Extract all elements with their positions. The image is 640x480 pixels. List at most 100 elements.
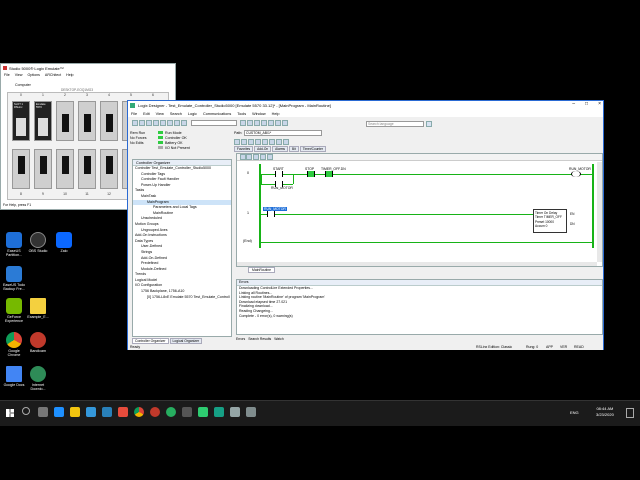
tree-item-emulate-module[interactable]: [0] 1756-L8xE Emulate 5570 Test_Emulate_…: [133, 295, 231, 301]
emulate-menu-view[interactable]: View: [15, 73, 23, 77]
xic-icon[interactable]: [248, 139, 254, 145]
obs-taskbar-icon[interactable]: [182, 407, 192, 417]
desktop-icon-obs[interactable]: OBS Studio: [24, 232, 52, 253]
timer-dn-contact[interactable]: [325, 171, 333, 177]
file-explorer-icon[interactable]: [70, 407, 80, 417]
ladder-horizontal-scrollbar[interactable]: [237, 262, 597, 266]
menu-communications[interactable]: Communications: [203, 112, 231, 116]
xio-icon[interactable]: [255, 139, 261, 145]
mail-icon[interactable]: [102, 407, 112, 417]
ladder-tool-icon[interactable]: [267, 154, 273, 160]
start-icon[interactable]: [6, 409, 14, 417]
tab-add-on[interactable]: Add-On: [254, 146, 272, 152]
maximize-icon[interactable]: □: [585, 101, 588, 107]
empty-slot[interactable]: [100, 149, 118, 189]
tag-combo[interactable]: [191, 120, 238, 126]
tool-taskbar-icon[interactable]: [246, 407, 256, 417]
cut-icon[interactable]: [153, 120, 159, 126]
menu-edit[interactable]: Edit: [143, 112, 150, 116]
ladder-editor[interactable]: 0 START STOP TIMER_OFF.DN RUN_MOTOR RUN_…: [236, 153, 603, 267]
otu-icon[interactable]: [276, 139, 282, 145]
emulate-tab-computer[interactable]: Computer: [15, 83, 31, 87]
redo-icon[interactable]: [181, 120, 187, 126]
ladder-icon[interactable]: [254, 120, 261, 126]
verify-icon[interactable]: [247, 120, 254, 126]
ladder-tool-icon[interactable]: [260, 154, 266, 160]
emulate-menu-help[interactable]: Help: [66, 73, 73, 77]
ladder-tool-icon[interactable]: [246, 154, 252, 160]
edge-icon[interactable]: [54, 407, 64, 417]
tab-alarms[interactable]: Alarms: [272, 146, 289, 152]
empty-slot[interactable]: [56, 101, 74, 141]
run-motor-branch-contact[interactable]: [275, 181, 283, 187]
open-icon[interactable]: [139, 120, 145, 126]
menu-tools[interactable]: Tools: [237, 112, 246, 116]
close-icon[interactable]: ×: [598, 101, 601, 107]
ons-icon[interactable]: [283, 139, 289, 145]
store-icon[interactable]: [86, 407, 96, 417]
branch-icon[interactable]: [241, 139, 247, 145]
rung-icon[interactable]: [234, 139, 240, 145]
empty-slot[interactable]: [34, 149, 52, 189]
menu-file[interactable]: File: [131, 112, 137, 116]
save-icon[interactable]: [146, 120, 152, 126]
menu-search[interactable]: Search: [170, 112, 182, 116]
emulate-titlebar[interactable]: Studio 5000® Logix Emulate™: [1, 64, 175, 72]
desktop-icon-zalo[interactable]: Zalo: [50, 232, 78, 253]
paste-icon[interactable]: [167, 120, 173, 126]
rung1-contact[interactable]: [267, 211, 275, 217]
task-view-icon[interactable]: [38, 407, 48, 417]
properties-icon[interactable]: [275, 120, 282, 126]
emulate-menu-file[interactable]: File: [4, 73, 10, 77]
logix-taskbar-icon[interactable]: [214, 407, 224, 417]
search-icon[interactable]: [22, 407, 30, 415]
empty-slot[interactable]: [78, 149, 96, 189]
desktop-icon-bandicam[interactable]: Bandicam: [24, 332, 52, 353]
path-combo[interactable]: CUSTOM_AB\1*: [244, 130, 322, 136]
run-motor-coil[interactable]: [571, 171, 581, 177]
ton-block[interactable]: Timer On Delay Timer TIMER_OFF Preset 10…: [533, 209, 567, 233]
menu-help[interactable]: Help: [272, 112, 280, 116]
zoom-out-icon[interactable]: [268, 120, 275, 126]
tab-bit[interactable]: Bit: [289, 146, 299, 152]
emulate-taskbar-icon[interactable]: [230, 407, 240, 417]
search-input[interactable]: Search language: [366, 121, 424, 127]
tab-controller-organizer[interactable]: Controller Organizer: [132, 338, 169, 344]
search-icon[interactable]: [426, 121, 432, 127]
tab-watch[interactable]: Watch: [274, 337, 283, 341]
find-icon[interactable]: [240, 120, 247, 126]
tab-favorites[interactable]: Favorites: [234, 146, 254, 152]
notifications-icon[interactable]: [626, 408, 634, 418]
tab-errors[interactable]: Errors: [236, 337, 245, 341]
tab-search-results[interactable]: Search Results: [248, 337, 271, 341]
tab-timer-counter[interactable]: Timer/Counter: [299, 146, 327, 152]
chrome-taskbar-icon[interactable]: [134, 407, 144, 417]
empty-slot[interactable]: [56, 149, 74, 189]
start-contact[interactable]: [275, 171, 283, 177]
menu-window[interactable]: Window: [252, 112, 266, 116]
language-indicator[interactable]: ENG: [570, 410, 579, 415]
ladder-tool-icon[interactable]: [253, 154, 259, 160]
zoom-in-icon[interactable]: [261, 120, 268, 126]
tab-main-routine[interactable]: MainRoutine: [248, 267, 276, 273]
clock[interactable]: 08:44 AM 3/23/2020: [596, 406, 614, 418]
ladder-vertical-scrollbar[interactable]: [597, 162, 602, 262]
tab-logical-organizer[interactable]: Logical Organizer: [169, 338, 203, 344]
desktop-icon-example-file[interactable]: Example_E...: [24, 298, 52, 319]
minimize-icon[interactable]: –: [572, 101, 575, 107]
emulate-menu-options[interactable]: Options: [28, 73, 40, 77]
desktop-icon-easeus-todo[interactable]: EaseUS Todo Backup Fre...: [0, 266, 28, 291]
menu-logic[interactable]: Logic: [188, 112, 197, 116]
help-icon[interactable]: [282, 120, 289, 126]
bandicam-taskbar-icon[interactable]: [150, 407, 160, 417]
ote-icon[interactable]: [262, 139, 268, 145]
desktop-icon-idm[interactable]: Internet Downlo...: [24, 366, 52, 391]
undo-icon[interactable]: [174, 120, 180, 126]
copy-icon[interactable]: [160, 120, 166, 126]
empty-slot[interactable]: [12, 149, 30, 189]
logix-designer-window[interactable]: Logix Designer - Test_Emulate_Controller…: [127, 100, 604, 350]
rslinx-icon[interactable]: [198, 407, 208, 417]
app-green-icon[interactable]: [166, 407, 176, 417]
empty-slot[interactable]: [100, 101, 118, 141]
emulate-menu-architect[interactable]: ARChitect: [45, 73, 61, 77]
